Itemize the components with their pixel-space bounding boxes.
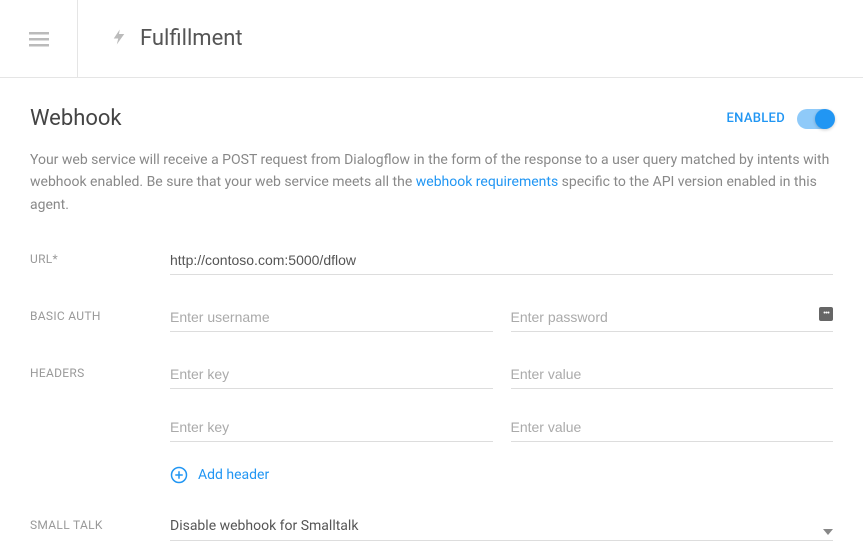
add-header-button[interactable]: Add header (170, 466, 833, 484)
header-value-input-1[interactable] (511, 413, 834, 442)
small-talk-row: SMALL TALK Disable webhook for Smalltalk (30, 512, 833, 541)
basic-auth-pair: ••• (170, 303, 833, 332)
header-key-input-0[interactable] (170, 360, 493, 389)
page-title: Fulfillment (140, 26, 243, 51)
content: Webhook ENABLED Your web service will re… (0, 78, 863, 541)
password-input[interactable] (511, 303, 834, 332)
webhook-toggle[interactable] (797, 109, 833, 129)
small-talk-select[interactable]: Disable webhook for Smalltalk (170, 512, 833, 541)
header-value-input-0[interactable] (511, 360, 834, 389)
menu-button[interactable] (0, 0, 78, 78)
section-header: Webhook ENABLED (30, 106, 833, 131)
password-obscured-icon[interactable]: ••• (819, 307, 833, 321)
url-fields (170, 246, 833, 275)
chevron-down-icon (823, 520, 833, 539)
plus-circle-icon (170, 466, 188, 484)
webhook-description: Your web service will receive a POST req… (30, 149, 833, 216)
headers-row: HEADERS Add header (30, 360, 833, 484)
webhook-requirements-link[interactable]: webhook requirements (416, 174, 558, 190)
page-title-wrap: Fulfillment (78, 26, 243, 51)
small-talk-label: SMALL TALK (30, 512, 170, 532)
header: Fulfillment (0, 0, 863, 78)
basic-auth-fields: ••• (170, 303, 833, 332)
username-input[interactable] (170, 303, 493, 332)
small-talk-value: Disable webhook for Smalltalk (170, 518, 833, 534)
url-label: URL* (30, 246, 170, 266)
url-input[interactable] (170, 246, 833, 275)
header-row-0 (170, 360, 833, 389)
toggle-wrap: ENABLED (727, 109, 833, 129)
headers-label: HEADERS (30, 360, 170, 380)
section-title: Webhook (30, 106, 122, 131)
bolt-icon (110, 28, 128, 50)
url-row: URL* (30, 246, 833, 275)
hamburger-icon (27, 27, 51, 51)
basic-auth-row: BASIC AUTH ••• (30, 303, 833, 332)
header-row-1 (170, 413, 833, 442)
header-key-input-1[interactable] (170, 413, 493, 442)
basic-auth-label: BASIC AUTH (30, 303, 170, 323)
password-wrap: ••• (511, 303, 834, 332)
headers-fields: Add header (170, 360, 833, 484)
toggle-label: ENABLED (727, 111, 785, 126)
add-header-label: Add header (198, 467, 269, 483)
